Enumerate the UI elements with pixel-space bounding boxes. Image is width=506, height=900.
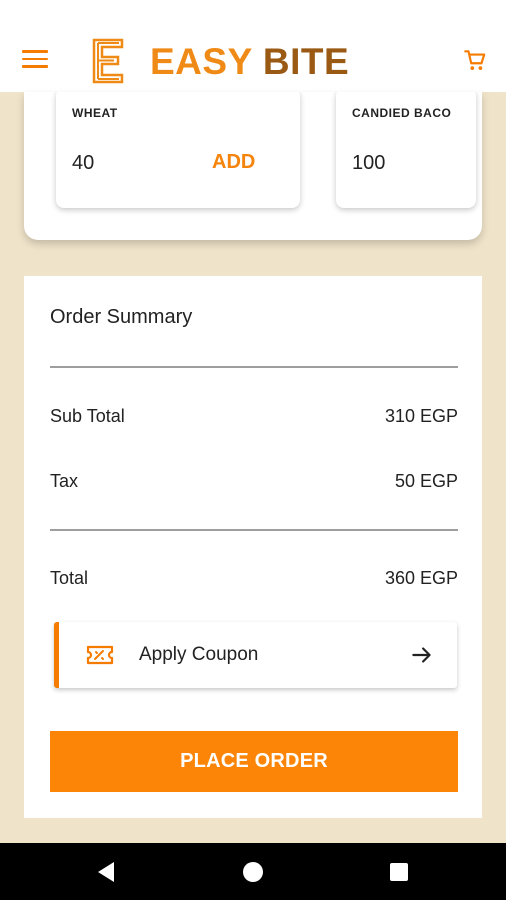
tax-value: 50 EGP [394,471,458,491]
divider [50,366,458,368]
total-value: 360 EGP [384,568,458,588]
subtotal-label: Sub Total [50,406,125,426]
brand-word-easy: EASY [150,41,253,82]
nav-home-icon[interactable] [243,862,263,882]
product-price: 100 [352,152,386,174]
total-label: Total [50,568,89,588]
order-summary-panel: Order Summary Sub Total 310 EGP Tax 50 E… [24,276,482,818]
brand-word-bite: BITE [262,41,350,82]
order-summary-title: Order Summary [50,306,193,328]
product-name: CANDIED BACO [352,106,452,120]
products-carousel[interactable]: WHEAT 40 ADD CANDIED BACO 100 [24,92,482,240]
brand-title: EASY BITE [150,40,349,84]
system-nav-bar [0,843,506,900]
ticket-icon [86,645,114,665]
easy-bite-logo-icon [92,38,124,84]
arrow-right-icon [412,647,431,663]
apply-coupon-button[interactable]: Apply Coupon [54,622,457,688]
product-price: 40 [72,152,95,174]
shopping-cart-icon[interactable] [462,47,488,73]
nav-back-icon[interactable] [96,861,116,883]
apply-coupon-label: Apply Coupon [139,644,259,665]
divider [50,529,458,531]
app-bar: EASY BITE [0,0,506,92]
product-name: WHEAT [72,106,118,120]
product-card[interactable]: WHEAT 40 ADD [56,92,300,208]
product-card[interactable]: CANDIED BACO 100 [336,92,476,208]
hamburger-menu-icon[interactable] [22,50,48,70]
place-order-button[interactable]: PLACE ORDER [50,731,458,792]
add-button[interactable]: ADD [212,151,255,174]
nav-recents-icon[interactable] [390,863,408,881]
tax-label: Tax [50,471,79,491]
subtotal-value: 310 EGP [384,406,458,426]
